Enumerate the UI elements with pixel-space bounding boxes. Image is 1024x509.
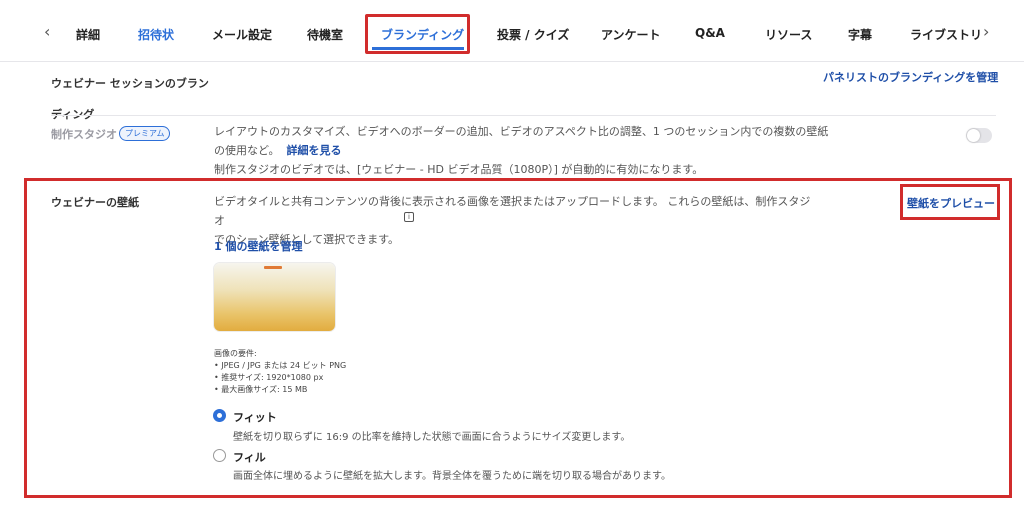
active-tab-underline [372, 47, 464, 50]
preview-wallpaper-link[interactable]: 壁紙をプレビュー [907, 195, 995, 211]
tab-survey[interactable]: アンケート [601, 26, 661, 43]
tab-waiting-room[interactable]: 待機室 [307, 26, 343, 43]
tab-details[interactable]: 詳細 [76, 26, 100, 43]
toggle-knob [967, 129, 980, 142]
manage-wallpapers-link[interactable]: 1 個の壁紙を管理 [214, 238, 302, 254]
studio-desc-line1: レイアウトのカスタマイズ、ビデオへのボーダーの追加、ビデオのアスペクト比の調整、… [214, 125, 829, 138]
fill-radio[interactable] [213, 449, 226, 462]
requirement-item: • JPEG / JPG または 24 ビット PNG [214, 361, 347, 370]
tab-invitation[interactable]: 招待状 [138, 26, 174, 43]
fill-label: フィル [233, 451, 266, 464]
tab-polls-quizzes[interactable]: 投票 / クイズ [497, 26, 569, 43]
tab-email-settings[interactable]: メール設定 [212, 26, 272, 43]
fit-label: フィット [233, 411, 277, 424]
learn-more-link[interactable]: 詳細を見る [286, 144, 341, 157]
tab-livestream[interactable]: ライブストリ [910, 26, 982, 43]
tab-resources[interactable]: リソース [765, 26, 812, 43]
chevron-right-icon[interactable]: › [983, 22, 989, 41]
premium-badge: プレミアム [119, 126, 171, 141]
fill-description: 画面全体に埋めるように壁紙を拡大します。背景全体を覆うために端を切り取る場合があ… [233, 471, 671, 482]
wallpaper-thumbnail[interactable] [214, 263, 335, 331]
studio-label: 制作スタジオ [51, 128, 117, 141]
wallpaper-description: ビデオタイルと共有コンテンツの背後に表示される画像を選択またはアップロードします… [214, 192, 814, 249]
image-requirements: 画像の要件: • JPEG / JPG または 24 ビット PNG • 推奨サ… [214, 348, 346, 396]
chevron-left-icon[interactable]: ‹ [44, 22, 50, 41]
tab-captions[interactable]: 字幕 [848, 26, 872, 43]
requirements-title: 画像の要件: [214, 349, 257, 358]
info-icon[interactable]: i [404, 212, 414, 222]
section-title-line1: ウェビナー セッションのブラン [51, 77, 209, 90]
wallpaper-desc-line1: ビデオタイルと共有コンテンツの背後に表示される画像を選択またはアップロードします… [214, 195, 811, 227]
tab-qa[interactable]: Q&A [695, 26, 725, 40]
manage-panelist-branding-link[interactable]: パネリストのブランディングを管理 [823, 69, 998, 85]
studio-toggle[interactable] [966, 128, 992, 143]
divider [51, 115, 996, 116]
wallpaper-label: ウェビナーの壁紙 [51, 196, 139, 209]
tab-branding[interactable]: ブランディング [381, 26, 464, 43]
studio-desc-line2: の使用など。 [214, 144, 280, 157]
section-title: ウェビナー セッションのブラン ディング [51, 68, 209, 130]
requirement-item: • 推奨サイズ: 1920*1080 px [214, 373, 324, 382]
fit-description: 壁紙を切り取らずに 16:9 の比率を維持した状態で画面に合うようにサイズ変更し… [233, 432, 631, 443]
requirement-item: • 最大画像サイズ: 15 MB [214, 385, 308, 394]
studio-desc-line3: 制作スタジオのビデオでは、[ウェビナー - HD ビデオ品質（1080P）] が… [214, 163, 704, 176]
tab-bar: ‹ 詳細 招待状 メール設定 待機室 ブランディング 投票 / クイズ アンケー… [0, 0, 1024, 62]
studio-description: レイアウトのカスタマイズ、ビデオへのボーダーの追加、ビデオのアスペクト比の調整、… [214, 122, 854, 179]
wallpaper-logo [264, 266, 282, 269]
fit-radio[interactable] [213, 409, 226, 422]
